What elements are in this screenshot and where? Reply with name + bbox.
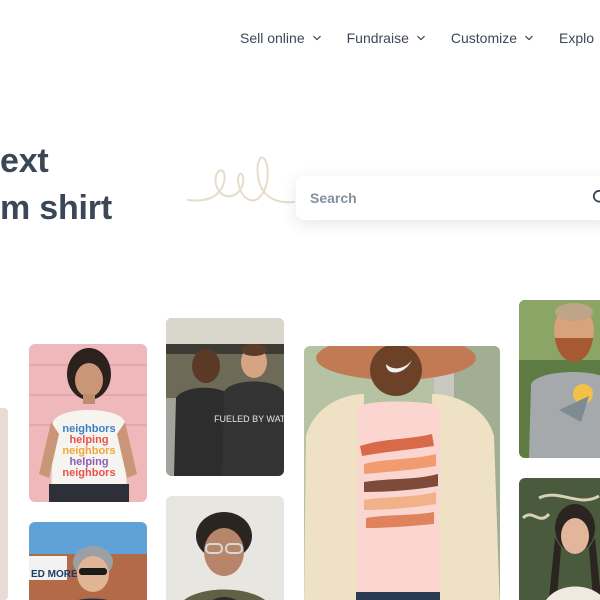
photo-tile-two-men[interactable]: FUELED BY WATER bbox=[166, 318, 284, 476]
photo-image bbox=[304, 346, 500, 600]
photo-image bbox=[0, 408, 8, 600]
chevron-down-icon bbox=[525, 35, 533, 41]
search-input[interactable] bbox=[308, 189, 572, 207]
photo-image bbox=[166, 496, 284, 600]
photo-image: neighbors helping neighbors helping neig… bbox=[29, 344, 147, 502]
photo-tile-partial-left[interactable] bbox=[0, 408, 8, 600]
nav-item-label: Customize bbox=[450, 30, 518, 46]
decorative-squiggle bbox=[187, 156, 295, 204]
page: Sell online Fundraise Customize Explo ex… bbox=[0, 0, 600, 600]
search-icon[interactable] bbox=[592, 189, 600, 207]
top-nav: Sell online Fundraise Customize Explo bbox=[240, 30, 600, 46]
photo-image bbox=[519, 300, 600, 458]
shirt-text: neighbors bbox=[62, 467, 115, 479]
shirt-text: FUELED BY WATER bbox=[214, 414, 284, 424]
chevron-down-icon bbox=[417, 35, 425, 41]
photo-tile-bearded-man[interactable] bbox=[519, 300, 600, 458]
hero-headline-line-1: ext bbox=[0, 142, 49, 180]
nav-item-fundraise[interactable]: Fundraise bbox=[347, 30, 425, 46]
photo-tile-glasses[interactable] bbox=[166, 496, 284, 600]
chevron-down-icon bbox=[312, 35, 321, 41]
nav-item-sell-online[interactable]: Sell online bbox=[240, 30, 321, 46]
photo-tile-woman-braids[interactable] bbox=[519, 478, 600, 600]
photo-tile-neighbors-shirt[interactable]: neighbors helping neighbors helping neig… bbox=[29, 344, 147, 502]
hero-headline-line-2: m shirt bbox=[0, 189, 112, 227]
nav-item-label: Sell online bbox=[240, 30, 305, 46]
nav-item-explore[interactable]: Explo bbox=[559, 30, 594, 46]
photo-image: FUELED BY WATER bbox=[166, 318, 284, 476]
photo-image: ED MORE bbox=[29, 522, 147, 600]
search-box[interactable] bbox=[296, 176, 600, 220]
nav-item-customize[interactable]: Customize bbox=[451, 30, 533, 46]
banner-text: ED MORE bbox=[31, 569, 78, 580]
nav-item-label: Explo bbox=[559, 30, 595, 46]
photo-tile-sunglasses[interactable]: ED MORE bbox=[29, 522, 147, 600]
photo-image bbox=[519, 478, 600, 600]
nav-item-label: Fundraise bbox=[346, 30, 409, 46]
photo-tile-hat-hands-shirt[interactable] bbox=[304, 346, 500, 600]
